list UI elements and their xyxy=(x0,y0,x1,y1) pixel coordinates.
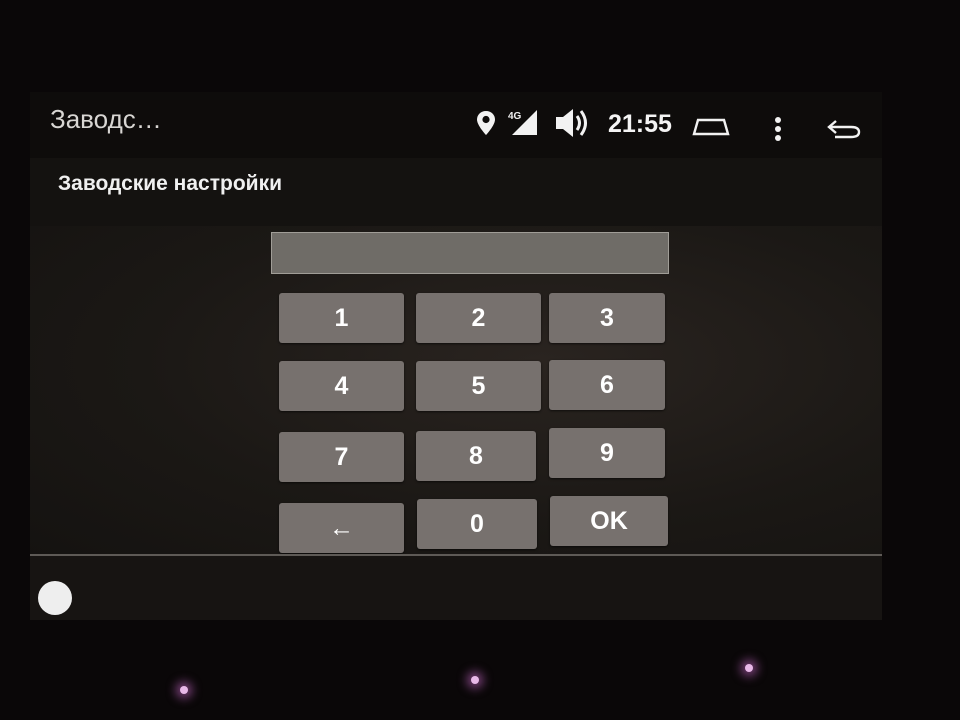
bezel-led-center xyxy=(471,676,479,684)
head-unit-screen: Заводс… 4G 21:55 Заводские настройки 1 2… xyxy=(30,92,882,620)
key-7[interactable]: 7 xyxy=(279,432,404,482)
pin-input[interactable] xyxy=(271,232,669,274)
network-label: 4G xyxy=(508,111,522,122)
ok-key[interactable]: OK xyxy=(550,496,668,546)
bottom-bar xyxy=(30,556,882,620)
key-8[interactable]: 8 xyxy=(416,431,536,481)
signal-4g-icon: 4G xyxy=(508,108,538,136)
key-4[interactable]: 4 xyxy=(279,361,404,411)
volume-icon[interactable] xyxy=(554,106,592,140)
overflow-menu-icon[interactable] xyxy=(774,116,782,142)
floating-home-button[interactable] xyxy=(38,581,72,615)
key-9[interactable]: 9 xyxy=(549,428,665,478)
key-0[interactable]: 0 xyxy=(417,499,537,549)
page-title: Заводские настройки xyxy=(58,172,282,195)
clock: 21:55 xyxy=(608,110,672,138)
back-icon[interactable] xyxy=(826,118,862,140)
key-2[interactable]: 2 xyxy=(416,293,541,343)
location-icon xyxy=(475,110,497,136)
backspace-key[interactable]: ← xyxy=(279,503,404,553)
key-5[interactable]: 5 xyxy=(416,361,541,411)
key-1[interactable]: 1 xyxy=(279,293,404,343)
key-3[interactable]: 3 xyxy=(549,293,665,343)
status-bar: Заводс… 4G 21:55 xyxy=(30,92,882,158)
key-6[interactable]: 6 xyxy=(549,360,665,410)
bezel-led-right xyxy=(745,664,753,672)
app-title: Заводс… xyxy=(50,104,162,134)
home-icon[interactable] xyxy=(692,116,730,136)
content-area: 1 2 3 4 5 6 7 8 9 ← 0 OK xyxy=(30,226,882,566)
bezel-led-left xyxy=(180,686,188,694)
